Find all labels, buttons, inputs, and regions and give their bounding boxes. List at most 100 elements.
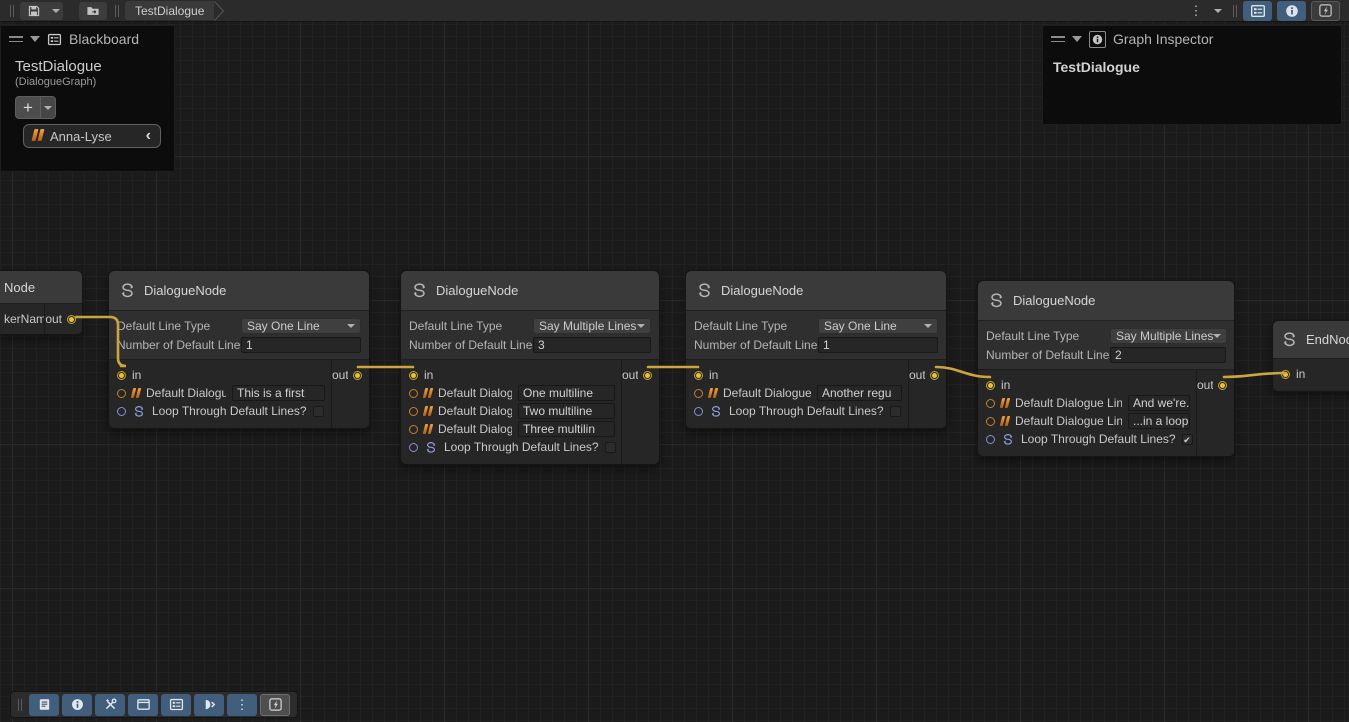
- collapse-chevron-icon[interactable]: ‹: [146, 129, 151, 143]
- dropdown-arrow-icon: [44, 106, 52, 110]
- line-type-dropdown[interactable]: Say Multiple Lines: [1110, 328, 1227, 344]
- loop-checkbox[interactable]: [313, 406, 324, 417]
- dialogue-node-4[interactable]: DialogueNode Default Line Type Say Multi…: [977, 280, 1235, 457]
- drag-handle-icon[interactable]: [1051, 36, 1065, 42]
- save-dropdown-button[interactable]: [48, 2, 63, 20]
- node-title-label: DialogueNode: [721, 283, 803, 298]
- node-title[interactable]: DialogueNode: [109, 271, 369, 310]
- string-port[interactable]: [117, 389, 126, 398]
- graph-inspector-panel: Graph Inspector TestDialogue: [1042, 25, 1342, 125]
- out-port[interactable]: [643, 371, 652, 380]
- dialogue-line-input[interactable]: And we're...: [1128, 395, 1190, 411]
- bool-port[interactable]: [117, 407, 126, 416]
- blackboard-asset-name[interactable]: TestDialogue: [1, 52, 174, 75]
- dialogue-node-1[interactable]: DialogueNode Default Line Type Say One L…: [108, 270, 370, 429]
- dialogue-line-input[interactable]: ...in a loop: [1128, 413, 1190, 429]
- dialogue-line-input[interactable]: This is a first: [232, 385, 325, 401]
- string-port[interactable]: [986, 399, 995, 408]
- blackboard-panel-button[interactable]: [161, 694, 191, 716]
- overflow-menu-button[interactable]: ⋮: [227, 694, 257, 716]
- toggle-blackboard-button[interactable]: [1243, 1, 1272, 21]
- loop-checkbox[interactable]: [890, 406, 901, 417]
- bool-port[interactable]: [986, 435, 995, 444]
- add-property-button[interactable]: +: [15, 96, 41, 119]
- field-label: Default Line Type: [986, 329, 1110, 343]
- out-port-label: out: [1197, 378, 1213, 392]
- dropdown-arrow-icon: [52, 9, 60, 13]
- end-node[interactable]: EndNode in: [1272, 320, 1349, 392]
- dialogue-line-input[interactable]: Two multiline: [518, 403, 615, 419]
- string-port[interactable]: [409, 389, 418, 398]
- out-port[interactable]: [67, 315, 76, 324]
- file-panel-button[interactable]: [29, 694, 59, 716]
- line-type-dropdown[interactable]: Say One Line: [241, 318, 361, 334]
- overflow-dropdown-button[interactable]: [1210, 2, 1225, 20]
- num-lines-input[interactable]: 1: [818, 337, 938, 353]
- spark-button[interactable]: [260, 694, 290, 716]
- bool-port[interactable]: [694, 407, 703, 416]
- node-title[interactable]: EndNode: [1273, 321, 1349, 358]
- toolbar-drag-handle[interactable]: [18, 699, 22, 711]
- toggle-inspector-button[interactable]: [1277, 1, 1306, 21]
- line-type-dropdown[interactable]: Say One Line: [818, 318, 938, 334]
- string-port[interactable]: [694, 389, 703, 398]
- transition-button[interactable]: [194, 694, 224, 716]
- dialogue-line-input[interactable]: One multiline: [518, 385, 615, 401]
- line-type-dropdown[interactable]: Say Multiple Lines: [533, 318, 651, 334]
- node-title[interactable]: DialogueNode: [686, 271, 946, 310]
- graph-inspector-header[interactable]: Graph Inspector: [1043, 26, 1341, 52]
- loop-checkbox[interactable]: ✔: [1182, 434, 1193, 445]
- add-property-dropdown-button[interactable]: [41, 96, 56, 119]
- out-port[interactable]: [930, 371, 939, 380]
- collapse-arrow-icon[interactable]: [1072, 36, 1082, 42]
- num-lines-input[interactable]: 1: [241, 337, 361, 353]
- dialogue-line-input[interactable]: Another regu: [817, 385, 902, 401]
- toolbar-drag-handle[interactable]: [10, 5, 14, 17]
- collapse-arrow-icon[interactable]: [30, 36, 40, 42]
- string-port[interactable]: [986, 417, 995, 426]
- blackboard-property-anna-lyse[interactable]: Anna-Lyse ‹: [23, 124, 161, 148]
- in-port[interactable]: [986, 381, 995, 390]
- dialogue-node-2[interactable]: DialogueNode Default Line Type Say Multi…: [400, 270, 660, 465]
- window-button[interactable]: [128, 694, 158, 716]
- node-title[interactable]: Node: [0, 271, 82, 303]
- start-node-partial[interactable]: Node kerName out: [0, 270, 83, 335]
- overflow-menu-icon: ⋮: [1190, 6, 1203, 16]
- num-lines-input[interactable]: 3: [533, 337, 651, 353]
- string-port[interactable]: [409, 407, 418, 416]
- blackboard-icon: [1250, 3, 1266, 19]
- out-port[interactable]: [353, 371, 362, 380]
- node-title[interactable]: DialogueNode: [401, 271, 659, 310]
- drag-handle-icon[interactable]: [9, 36, 23, 42]
- dropdown-arrow-icon: [924, 324, 932, 328]
- save-button[interactable]: [20, 2, 48, 20]
- in-port-label: in: [1296, 367, 1305, 381]
- tools-icon: [103, 697, 118, 712]
- asset-breadcrumb-tab[interactable]: TestDialogue: [125, 1, 214, 20]
- inspector-panel-button[interactable]: [62, 694, 92, 716]
- in-port[interactable]: [1281, 370, 1290, 379]
- dropdown-arrow-icon: [1214, 9, 1222, 13]
- num-lines-input[interactable]: 2: [1110, 347, 1226, 363]
- in-port[interactable]: [694, 371, 703, 380]
- blackboard-header[interactable]: Blackboard: [1, 26, 174, 52]
- overflow-menu-button[interactable]: ⋮: [1182, 2, 1210, 20]
- tools-button[interactable]: [95, 694, 125, 716]
- loop-icon: [1001, 433, 1015, 446]
- dialogue-line-input[interactable]: Three multilin: [518, 421, 615, 437]
- open-asset-button[interactable]: [79, 2, 107, 20]
- node-title[interactable]: DialogueNode: [978, 281, 1234, 320]
- in-port[interactable]: [409, 371, 418, 380]
- loop-checkbox[interactable]: [605, 442, 616, 453]
- toggle-spark-button[interactable]: [1311, 1, 1340, 21]
- save-icon: [27, 4, 41, 18]
- dialogue-node-3[interactable]: DialogueNode Default Line Type Say One L…: [685, 270, 947, 429]
- bool-port[interactable]: [409, 443, 418, 452]
- port-label: Default Dialogue Line 1: [438, 386, 512, 400]
- in-port[interactable]: [117, 371, 126, 380]
- node-title-label: DialogueNode: [436, 283, 518, 298]
- out-port[interactable]: [1218, 381, 1227, 390]
- field-label: Default Line Type: [117, 319, 241, 333]
- property-name: Anna-Lyse: [50, 129, 139, 144]
- string-port[interactable]: [409, 425, 418, 434]
